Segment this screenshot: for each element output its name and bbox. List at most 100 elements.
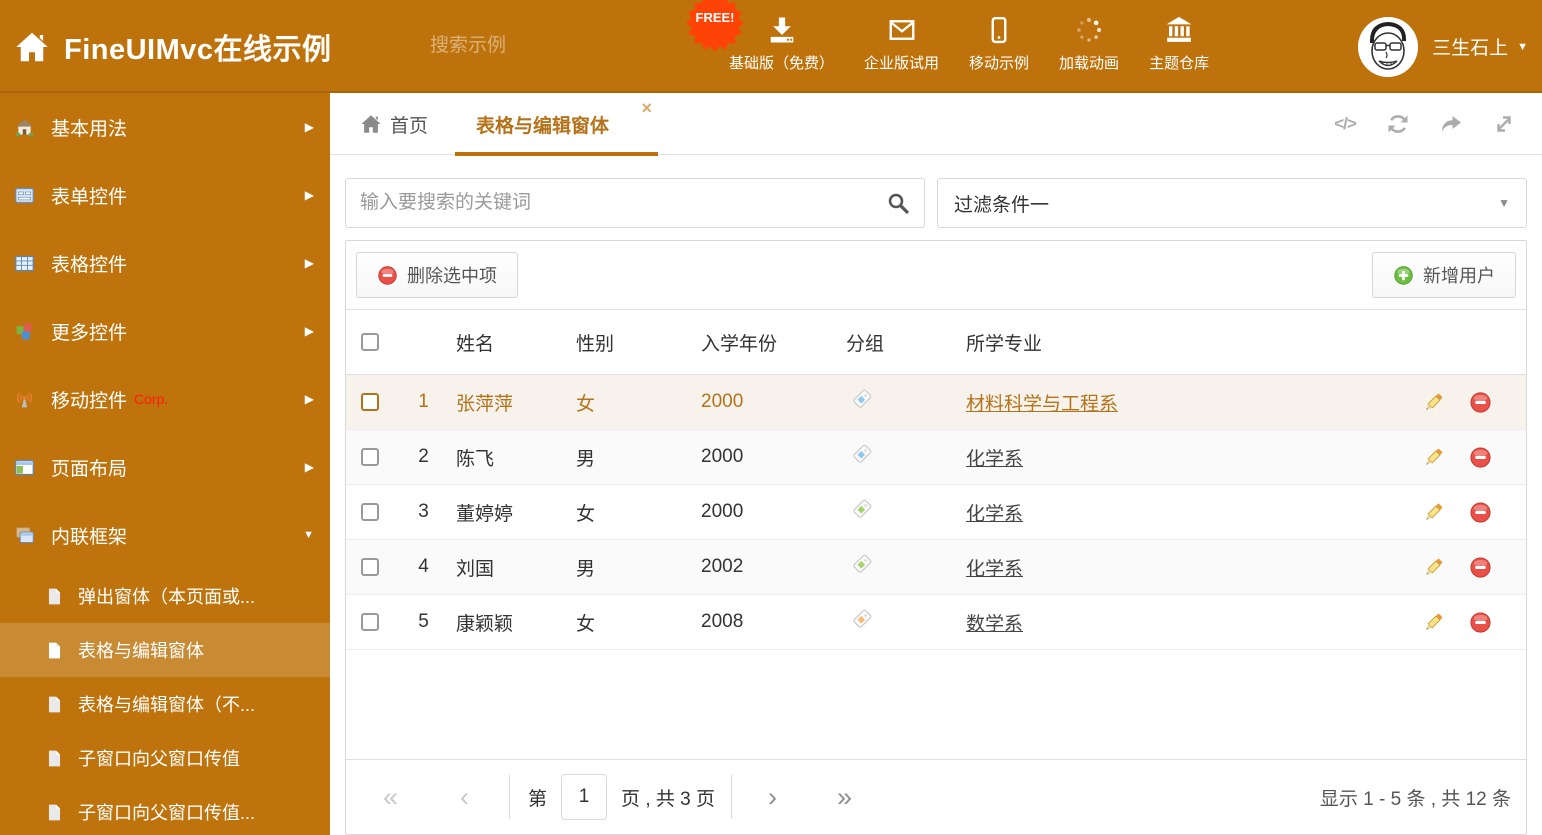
page-suffix-label: 页 , 共 3 页 xyxy=(621,788,716,810)
table-row[interactable]: 2 陈飞 男 2000 化学系 xyxy=(346,430,1526,485)
prev-page-button[interactable]: ‹ xyxy=(460,783,469,811)
row-checkbox[interactable] xyxy=(361,393,379,411)
major-link[interactable]: 化学系 xyxy=(966,559,1023,580)
major-link[interactable]: 化学系 xyxy=(966,504,1023,525)
expand-icon[interactable] xyxy=(1491,111,1517,137)
pager-divider xyxy=(731,775,733,819)
nav-item-loading-animation[interactable]: 加载动画 xyxy=(1044,0,1134,93)
sidebar-item-iframe[interactable]: 内联框架 ▼ xyxy=(0,501,330,569)
edit-pencil-icon[interactable] xyxy=(1422,556,1445,579)
keyword-search-box xyxy=(345,178,925,228)
sidebar-item-label: 表格控件 xyxy=(51,254,128,276)
sidebar-subitem-label: 子窗口向父窗口传值 xyxy=(78,749,240,769)
chevron-right-icon: ▶ xyxy=(304,120,314,134)
last-page-button[interactable]: » xyxy=(837,783,852,811)
add-user-button[interactable]: 新增用户 xyxy=(1372,252,1516,298)
row-checkbox[interactable] xyxy=(361,448,379,466)
sidebar-item-form-controls[interactable]: 表单控件 ▶ xyxy=(0,161,330,229)
cell-row-number: 1 xyxy=(418,391,429,412)
sidebar-item-label: 内联框架 xyxy=(51,526,128,548)
page-number-input[interactable] xyxy=(561,774,608,820)
edit-pencil-icon[interactable] xyxy=(1422,391,1445,414)
search-icon[interactable] xyxy=(886,191,910,215)
filter-selected-value: 过滤条件一 xyxy=(954,194,1050,216)
close-icon[interactable]: × xyxy=(641,99,652,117)
sidebar-item-more-controls[interactable]: 更多控件 ▶ xyxy=(0,297,330,365)
sidebar-subitem-label: 子窗口向父窗口传值... xyxy=(78,803,256,823)
major-link[interactable]: 材料科学与工程系 xyxy=(966,394,1118,415)
column-header-group[interactable]: 分组 xyxy=(846,329,966,356)
column-header-year[interactable]: 入学年份 xyxy=(701,329,846,356)
nav-item-enterprise-trial[interactable]: 企业版试用 xyxy=(849,0,954,93)
nav-item-theme-repository[interactable]: 主题仓库 xyxy=(1134,0,1224,93)
column-header-name[interactable]: 姓名 xyxy=(456,329,576,356)
sidebar-item-basic-usage[interactable]: 基本用法 ▶ xyxy=(0,93,330,161)
delete-row-icon[interactable] xyxy=(1469,611,1492,634)
app-logo[interactable]: FineUIMvc在线示例 xyxy=(14,0,332,93)
sidebar-subitem-child-to-parent-2[interactable]: 子窗口向父窗口传值... xyxy=(0,785,330,835)
delete-row-icon[interactable] xyxy=(1469,391,1492,414)
envelope-icon xyxy=(889,20,914,40)
sidebar-item-grid-controls[interactable]: 表格控件 ▶ xyxy=(0,229,330,297)
sidebar-subitem-popup-window[interactable]: 弹出窗体（本页面或... xyxy=(0,569,330,623)
user-menu[interactable]: 三生石上 ▼ xyxy=(1358,0,1528,93)
select-all-checkbox[interactable] xyxy=(361,333,379,351)
row-checkbox[interactable] xyxy=(361,613,379,631)
cell-gender: 女 xyxy=(576,503,596,525)
edit-pencil-icon[interactable] xyxy=(1422,501,1445,524)
column-header-gender[interactable]: 性别 xyxy=(576,329,701,356)
nav-item-mobile-demo[interactable]: 移动示例 xyxy=(954,0,1044,93)
column-header-major[interactable]: 所学专业 xyxy=(966,329,1416,356)
cell-name: 张萍萍 xyxy=(456,393,514,415)
header-search-input[interactable] xyxy=(430,35,675,57)
record-summary: 显示 1 - 5 条 , 共 12 条 xyxy=(1319,788,1511,810)
cell-row-number: 4 xyxy=(418,556,429,577)
home-icon xyxy=(361,115,381,133)
next-page-button[interactable]: › xyxy=(768,783,777,811)
chevron-down-icon: ▼ xyxy=(1517,40,1528,53)
source-code-icon[interactable]: </> xyxy=(1332,111,1358,137)
share-icon[interactable] xyxy=(1438,111,1464,137)
form-icon xyxy=(15,187,34,203)
sidebar-item-page-layout[interactable]: 页面布局 ▶ xyxy=(0,433,330,501)
sidebar-subitem-grid-edit-window[interactable]: 表格与编辑窗体 xyxy=(0,623,330,677)
delete-selected-button[interactable]: 删除选中项 xyxy=(356,252,518,298)
file-icon xyxy=(48,750,61,766)
frames-icon xyxy=(16,526,34,543)
major-link[interactable]: 数学系 xyxy=(966,614,1023,635)
bank-icon xyxy=(1166,16,1192,42)
window-actions: </> xyxy=(1332,93,1517,155)
first-page-button[interactable]: « xyxy=(383,783,398,811)
table-row[interactable]: 5 康颖颖 女 2008 数学系 xyxy=(346,595,1526,650)
delete-row-icon[interactable] xyxy=(1469,446,1492,469)
cell-row-number: 3 xyxy=(418,501,429,522)
table-row[interactable]: 3 董婷婷 女 2000 化学系 xyxy=(346,485,1526,540)
edit-pencil-icon[interactable] xyxy=(1422,611,1445,634)
chevron-right-icon: ▶ xyxy=(304,324,314,338)
row-checkbox[interactable] xyxy=(361,558,379,576)
table-row[interactable]: 4 刘国 男 2002 化学系 xyxy=(346,540,1526,595)
search-filter-row: 过滤条件一 ▼ xyxy=(345,178,1527,228)
row-checkbox[interactable] xyxy=(361,503,379,521)
chevron-down-icon: ▼ xyxy=(1498,196,1510,210)
tab-home[interactable]: 首页 xyxy=(360,93,428,155)
pager-divider xyxy=(509,775,511,819)
cell-name: 刘国 xyxy=(456,558,495,580)
keyword-search-input[interactable] xyxy=(360,192,886,214)
delete-row-icon[interactable] xyxy=(1469,556,1492,579)
tab-active-underline xyxy=(455,152,658,156)
delete-row-icon[interactable] xyxy=(1469,501,1492,524)
tab-grid-edit-window[interactable]: 表格与编辑窗体 × xyxy=(455,93,658,156)
table-row[interactable]: 1 张萍萍 女 2000 材料科学与工程系 xyxy=(346,375,1526,430)
sidebar-item-mobile-controls[interactable]: 移动控件 Corp. ▶ xyxy=(0,365,330,433)
cell-name: 陈飞 xyxy=(456,448,495,470)
sidebar-subitem-child-to-parent[interactable]: 子窗口向父窗口传值 xyxy=(0,731,330,785)
header-nav: 基础版（免费） 企业版试用 移动示例 加载动画 主题仓库 xyxy=(714,0,1224,93)
refresh-icon[interactable] xyxy=(1385,111,1411,137)
cell-actions xyxy=(1416,446,1526,469)
sidebar-subitem-grid-edit-window-2[interactable]: 表格与编辑窗体（不... xyxy=(0,677,330,731)
edit-pencil-icon[interactable] xyxy=(1422,446,1445,469)
nav-label: 基础版（免费） xyxy=(729,55,835,72)
major-link[interactable]: 化学系 xyxy=(966,449,1023,470)
filter-dropdown[interactable]: 过滤条件一 ▼ xyxy=(937,178,1527,228)
